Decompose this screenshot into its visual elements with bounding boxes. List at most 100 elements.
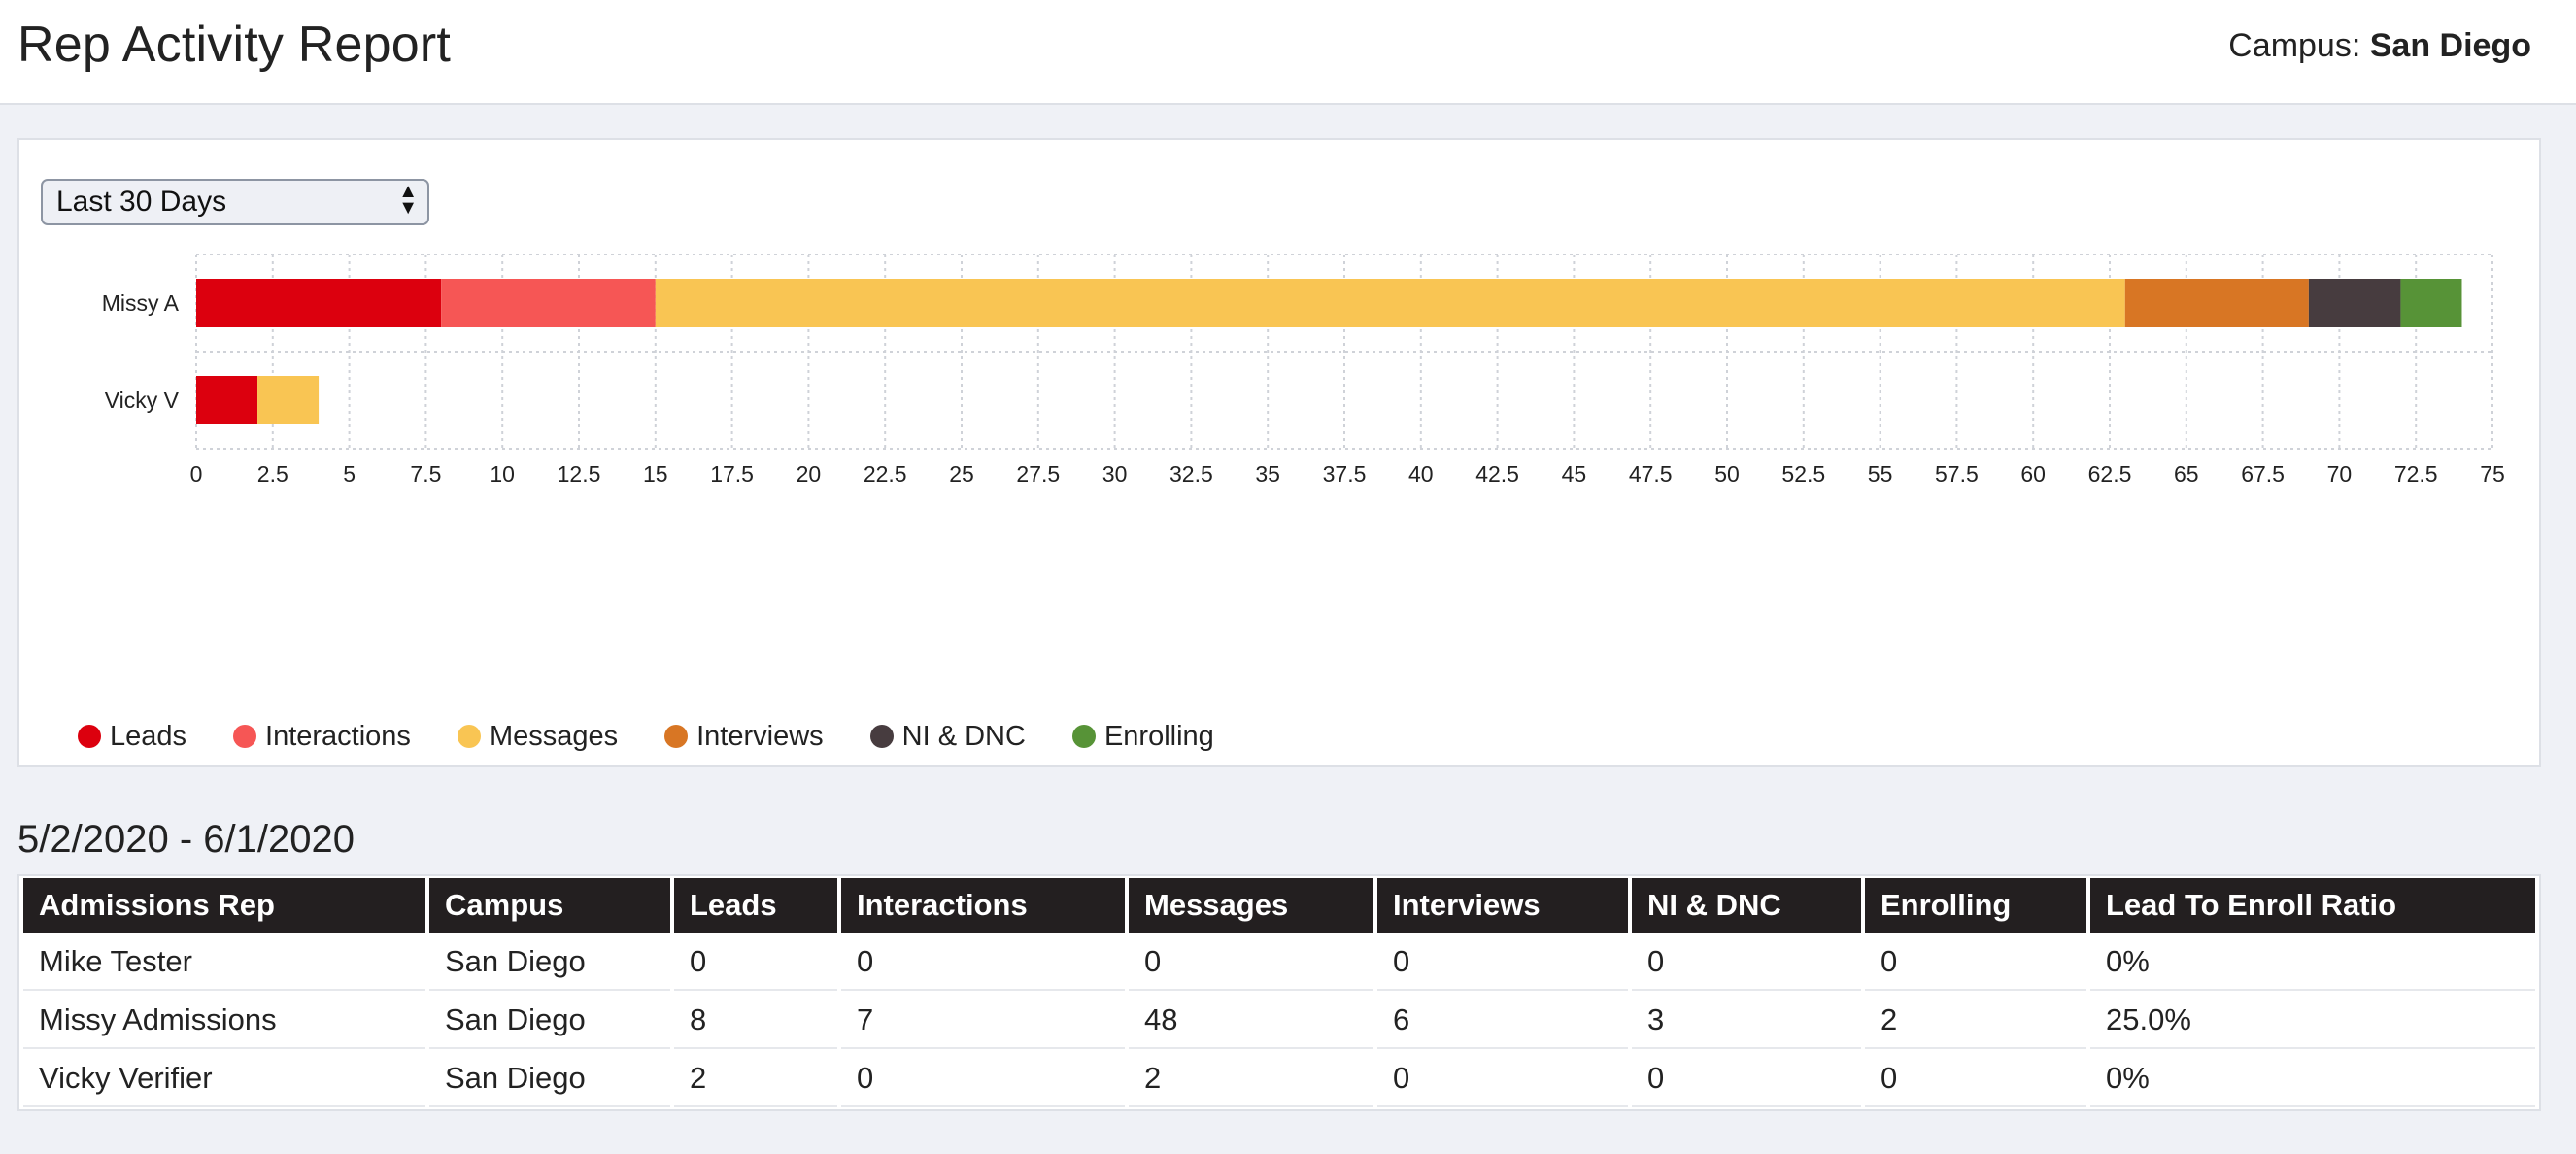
legend-dot-icon xyxy=(233,725,257,748)
cell-interactions: 7 xyxy=(841,993,1125,1049)
cell-messages: 0 xyxy=(1129,934,1373,991)
cell-enrolling: 2 xyxy=(1865,993,2086,1049)
x-tick-label: 57.5 xyxy=(1935,461,1979,487)
x-tick-label: 45 xyxy=(1562,461,1587,487)
campus-indicator: Campus: San Diego xyxy=(2228,27,2531,65)
bar-segment-leads[interactable] xyxy=(196,279,442,327)
legend-label: Messages xyxy=(489,720,619,752)
column-header-campus[interactable]: Campus xyxy=(429,878,670,933)
x-tick-label: 10 xyxy=(490,461,515,487)
cell-campus: San Diego xyxy=(429,993,670,1049)
category-label: Vicky V xyxy=(105,388,180,413)
x-tick-label: 15 xyxy=(643,461,668,487)
cell-ratio: 0% xyxy=(2090,1051,2535,1107)
x-tick-label: 40 xyxy=(1408,461,1434,487)
cell-campus: San Diego xyxy=(429,1051,670,1107)
campus-value: San Diego xyxy=(2369,27,2531,64)
legend-dot-icon xyxy=(664,725,689,748)
cell-enrolling: 0 xyxy=(1865,934,2086,991)
cell-leads: 0 xyxy=(674,934,837,991)
x-tick-label: 35 xyxy=(1255,461,1280,487)
page-title: Rep Activity Report xyxy=(17,17,451,73)
legend-dot-icon xyxy=(869,725,894,748)
bar-segment-enrolling[interactable] xyxy=(2400,279,2462,327)
cell-ni-dnc: 3 xyxy=(1632,993,1861,1049)
cell-leads: 2 xyxy=(674,1051,837,1107)
legend-dot-icon xyxy=(78,725,101,748)
column-header-enrolling[interactable]: Enrolling xyxy=(1865,878,2086,933)
bar-segment-leads[interactable] xyxy=(196,376,258,424)
top-header: Rep Activity Report Campus: San Diego xyxy=(0,0,2576,105)
chart-legend: Leads Interactions Messages Interviews NI & … xyxy=(78,717,1214,756)
cell-rep: Vicky Verifier xyxy=(23,1051,425,1107)
legend-dot-icon xyxy=(1071,725,1096,748)
bar-segment-ni-dnc[interactable] xyxy=(2308,279,2401,327)
x-tick-label: 20 xyxy=(797,461,822,487)
x-tick-label: 62.5 xyxy=(2088,461,2132,487)
cell-ni-dnc: 0 xyxy=(1632,934,1861,991)
legend-item[interactable]: Messages xyxy=(457,720,619,753)
cell-ratio: 25.0% xyxy=(2090,993,2535,1049)
x-tick-label: 75 xyxy=(2480,461,2505,487)
cell-messages: 2 xyxy=(1129,1051,1373,1107)
category-label: Missy A xyxy=(102,290,180,316)
report-date-range: 5/2/2020 - 6/1/2020 xyxy=(17,818,355,861)
bar-segment-messages[interactable] xyxy=(655,279,2125,327)
column-header-admissions-rep[interactable]: Admissions Rep xyxy=(23,878,425,933)
column-header-lead-to-enroll-ratio[interactable]: Lead To Enroll Ratio xyxy=(2090,878,2535,933)
cell-leads: 8 xyxy=(674,993,837,1049)
legend-label: Interviews xyxy=(696,720,824,752)
cell-interviews: 0 xyxy=(1377,1051,1628,1107)
legend-item[interactable]: Interviews xyxy=(664,721,824,753)
legend-item[interactable]: Interactions xyxy=(233,721,411,753)
cell-campus: San Diego xyxy=(429,934,670,991)
x-tick-label: 5 xyxy=(343,461,356,487)
legend-dot-icon xyxy=(457,725,481,748)
x-tick-label: 65 xyxy=(2174,461,2199,487)
column-header-interviews[interactable]: Interviews xyxy=(1377,878,1628,933)
bar-segment-messages[interactable] xyxy=(257,376,320,424)
column-header-leads[interactable]: Leads xyxy=(674,878,837,933)
legend-item[interactable]: Enrolling xyxy=(1071,720,1214,753)
x-tick-label: 25 xyxy=(949,461,974,487)
column-header-interactions[interactable]: Interactions xyxy=(841,878,1125,933)
x-tick-label: 70 xyxy=(2327,461,2353,487)
cell-messages: 48 xyxy=(1129,993,1373,1049)
x-tick-label: 27.5 xyxy=(1016,461,1060,487)
chart-card: Last 30 Days ▲ ▼ Missy A Vicky V 0 2.5 5 7.5 1… xyxy=(17,138,2541,767)
campus-label: Campus: xyxy=(2228,27,2361,64)
bar-segment-interviews[interactable] xyxy=(2124,279,2309,327)
x-tick-label: 17.5 xyxy=(710,461,754,487)
table-row: Missy Admissions San Diego 8 7 48 6 3 2 … xyxy=(23,993,2535,1049)
legend-item[interactable]: Leads xyxy=(78,721,186,753)
table-row: Mike Tester San Diego 0 0 0 0 0 0 0% xyxy=(23,934,2535,991)
cell-interviews: 0 xyxy=(1377,934,1628,991)
legend-item[interactable]: NI & DNC xyxy=(869,720,1026,753)
x-tick-label: 72.5 xyxy=(2394,461,2438,487)
legend-label: Enrolling xyxy=(1103,720,1214,752)
legend-label: Interactions xyxy=(265,720,411,752)
x-tick-label: 55 xyxy=(1868,461,1893,487)
table-header-row: Admissions Rep Campus Leads Interactions… xyxy=(23,878,2535,933)
x-tick-label: 60 xyxy=(2020,461,2046,487)
x-tick-label: 2.5 xyxy=(257,461,288,487)
x-tick-label: 52.5 xyxy=(1781,461,1825,487)
x-tick-label: 47.5 xyxy=(1629,461,1673,487)
column-header-ni-dnc[interactable]: NI & DNC xyxy=(1632,878,1861,933)
legend-label: NI & DNC xyxy=(901,720,1026,752)
x-tick-label: 12.5 xyxy=(558,461,601,487)
x-tick-label: 0 xyxy=(190,461,203,487)
cell-rep: Mike Tester xyxy=(23,934,425,991)
x-tick-label: 67.5 xyxy=(2241,461,2285,487)
chart-x-ticks: 0 2.5 5 7.5 10 12.5 15 17.5 20 22.5 25 27.5 30 32.5 35… xyxy=(190,461,2505,487)
column-header-messages[interactable]: Messages xyxy=(1129,878,1373,933)
cell-rep: Missy Admissions xyxy=(23,993,425,1049)
x-tick-label: 22.5 xyxy=(864,461,907,487)
stacked-bar-chart: Missy A Vicky V 0 2.5 5 7.5 10 12.5 15 17.5 20 22.… xyxy=(102,254,2505,487)
x-tick-label: 32.5 xyxy=(1169,461,1213,487)
cell-interactions: 0 xyxy=(841,934,1125,991)
legend-label: Leads xyxy=(110,720,187,752)
x-tick-label: 50 xyxy=(1714,461,1740,487)
bar-segment-interactions[interactable] xyxy=(441,279,656,327)
x-tick-label: 42.5 xyxy=(1475,461,1519,487)
